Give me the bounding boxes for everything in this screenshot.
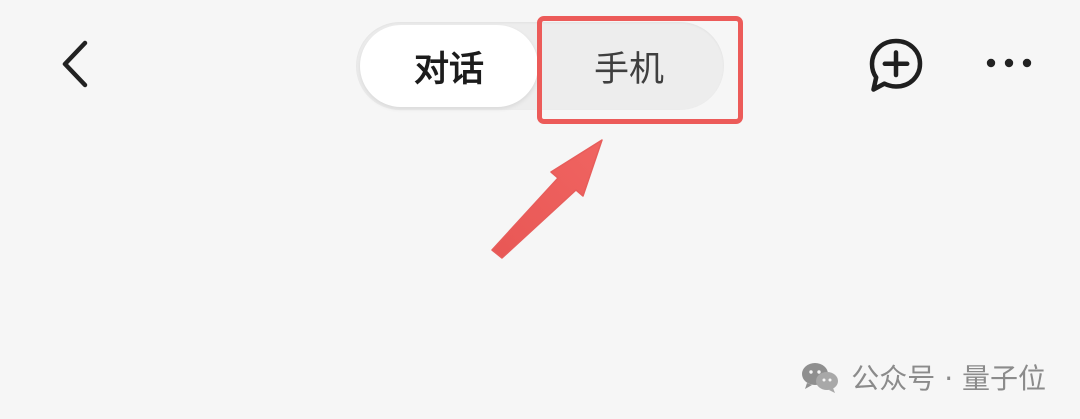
chat-plus-icon <box>864 35 928 99</box>
tab-phone[interactable]: 手机 <box>540 25 718 107</box>
more-options-button[interactable] <box>974 40 1044 90</box>
top-navigation-bar: 对话 手机 <box>0 0 1080 130</box>
more-dots-icon <box>979 53 1039 77</box>
tab-chat-label: 对话 <box>413 49 484 90</box>
watermark-text: 公众号 · 量子位 <box>851 362 1046 395</box>
new-chat-button[interactable] <box>862 36 930 98</box>
annotation-arrow <box>484 132 612 262</box>
tab-phone-label: 手机 <box>593 49 664 90</box>
chevron-left-icon <box>57 39 97 93</box>
watermark: 公众号 · 量子位 <box>799 356 1046 398</box>
wechat-icon <box>799 358 841 396</box>
back-button[interactable] <box>52 38 102 94</box>
tab-chat[interactable]: 对话 <box>360 25 538 107</box>
